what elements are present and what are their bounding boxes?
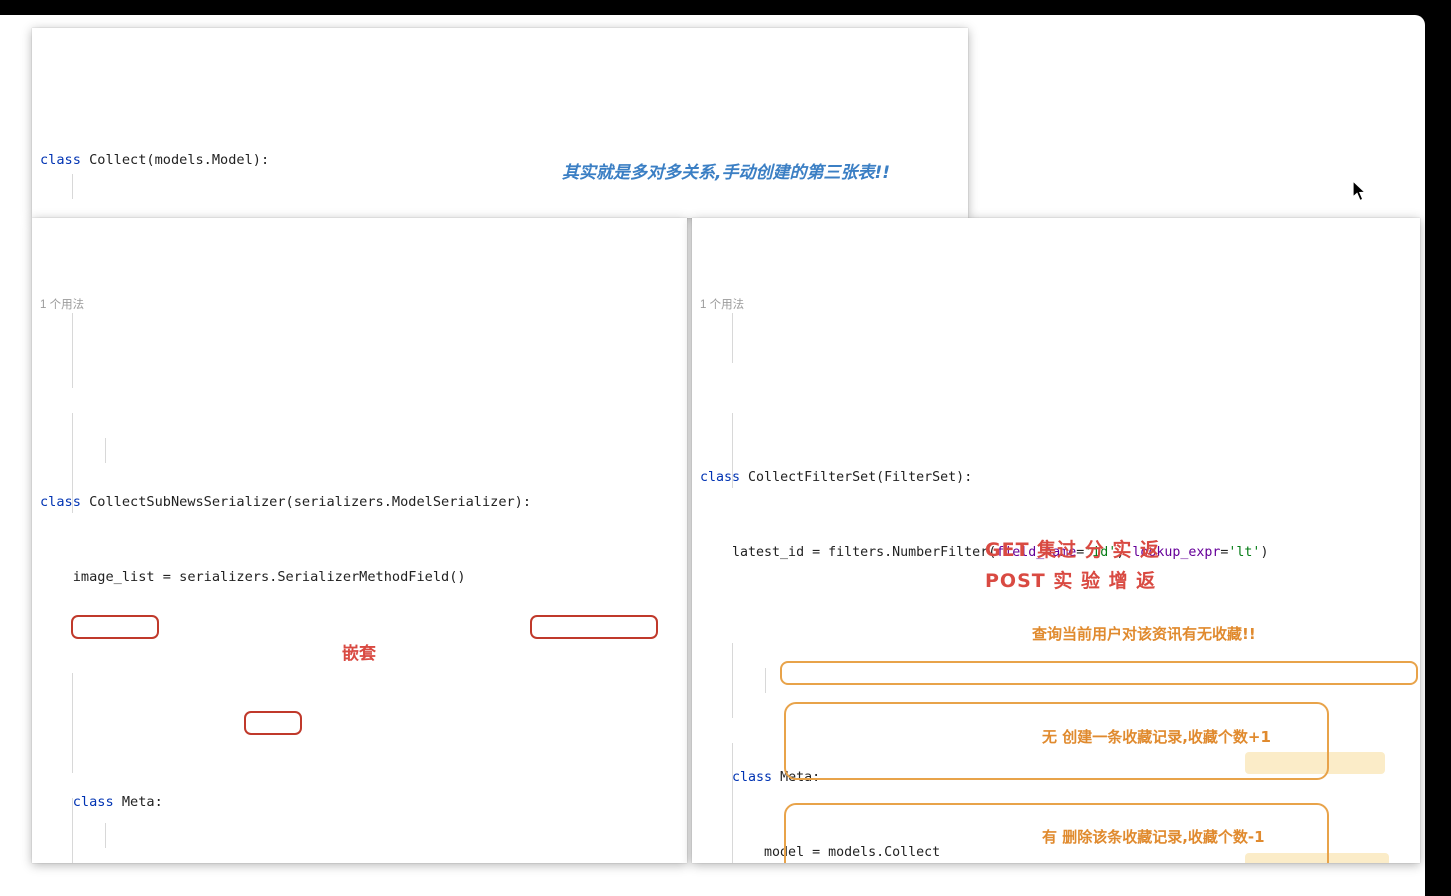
usages-label-filterset[interactable]: 1 个用法 bbox=[692, 295, 1420, 315]
indent-guide bbox=[765, 668, 766, 693]
code-line: class CollectSubNewsSerializer(serialize… bbox=[32, 490, 687, 515]
code-panel-views[interactable]: 1 个用法 class CollectFilterSet(FilterSet):… bbox=[692, 218, 1420, 863]
code-line: class Meta: bbox=[692, 765, 1420, 790]
mouse-pointer-icon bbox=[1352, 180, 1368, 202]
indent-guide bbox=[105, 823, 106, 848]
indent-guide bbox=[72, 798, 73, 863]
usages-label-1[interactable]: 1 个用法 bbox=[32, 295, 687, 315]
code-panel-models[interactable]: class Collect(models.Model): news = mode… bbox=[32, 28, 968, 218]
code-line: latest_id = filters.NumberFilter(field_n… bbox=[692, 540, 1420, 565]
indent-guide bbox=[72, 313, 73, 388]
code-line-blank bbox=[692, 690, 1420, 715]
indent-guide bbox=[72, 174, 73, 199]
code-block-serializers: 1 个用法 class CollectSubNewsSerializer(ser… bbox=[32, 218, 687, 863]
code-line: class CollectFilterSet(FilterSet): bbox=[692, 465, 1420, 490]
code-block-views: 1 个用法 class CollectFilterSet(FilterSet):… bbox=[692, 218, 1420, 863]
indent-guide bbox=[732, 743, 733, 863]
code-line-blank bbox=[692, 615, 1420, 640]
indent-guide bbox=[72, 673, 73, 773]
indent-guide bbox=[732, 643, 733, 718]
indent-guide bbox=[105, 438, 106, 463]
code-line: class Collect(models.Model): bbox=[32, 148, 968, 173]
code-line-blank bbox=[32, 715, 687, 740]
screen-surface: class Collect(models.Model): news = mode… bbox=[0, 15, 1425, 896]
code-line-blank bbox=[32, 640, 687, 665]
indent-guide bbox=[732, 313, 733, 363]
code-block-collect-model: class Collect(models.Model): news = mode… bbox=[32, 28, 968, 218]
code-line: class Meta: bbox=[32, 790, 687, 815]
code-line: image_list = serializers.SerializerMetho… bbox=[32, 565, 687, 590]
code-line: model = models.Collect bbox=[692, 840, 1420, 863]
code-panel-serializers[interactable]: 1 个用法 class CollectSubNewsSerializer(ser… bbox=[32, 218, 687, 863]
